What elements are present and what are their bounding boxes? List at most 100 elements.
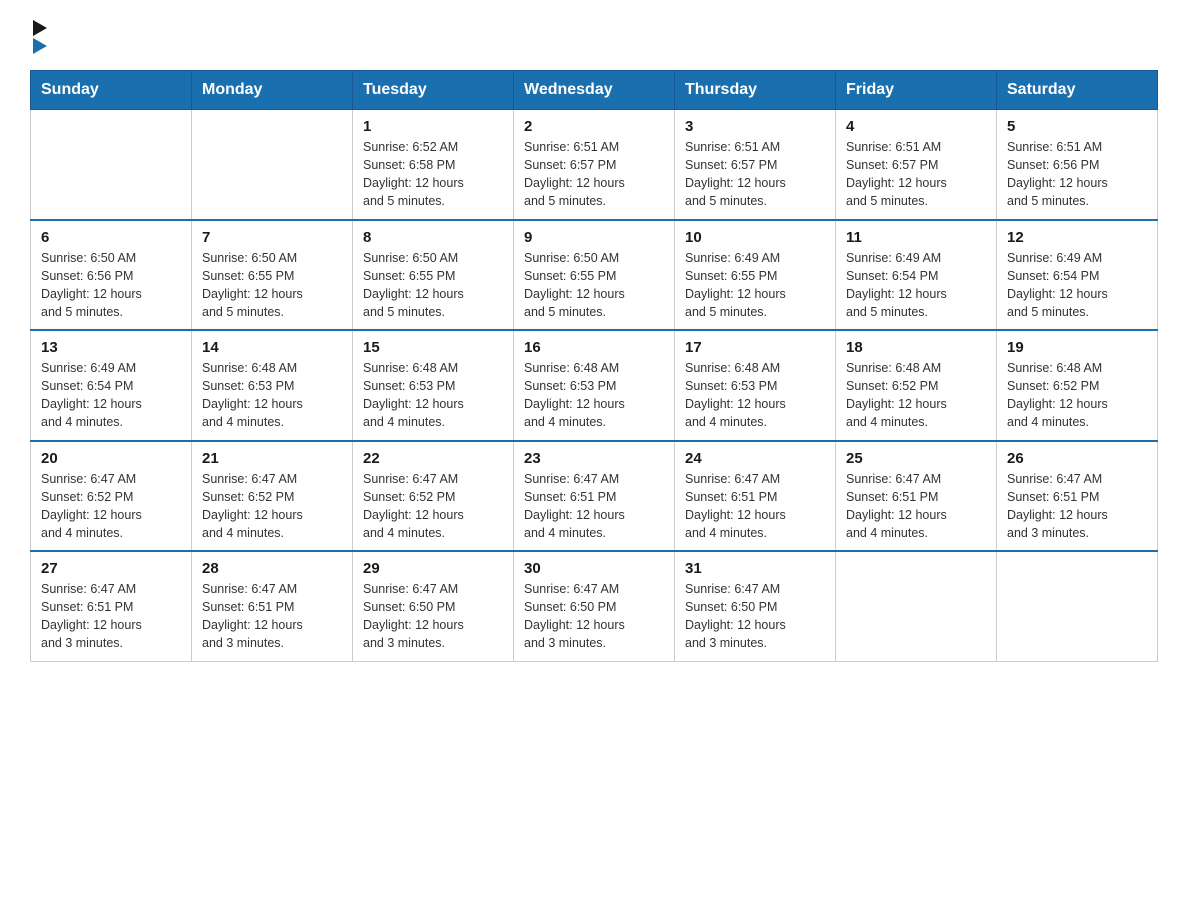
day-number: 22 — [363, 450, 503, 467]
day-info: Sunrise: 6:47 AMSunset: 6:52 PMDaylight:… — [363, 470, 503, 543]
day-info: Sunrise: 6:51 AMSunset: 6:57 PMDaylight:… — [846, 138, 986, 211]
day-info: Sunrise: 6:49 AMSunset: 6:55 PMDaylight:… — [685, 249, 825, 322]
day-info: Sunrise: 6:49 AMSunset: 6:54 PMDaylight:… — [1007, 249, 1147, 322]
day-number: 6 — [41, 229, 181, 246]
calendar-cell: 22 Sunrise: 6:47 AMSunset: 6:52 PMDayligh… — [353, 441, 514, 552]
calendar-cell: 17 Sunrise: 6:48 AMSunset: 6:53 PMDayligh… — [675, 330, 836, 441]
day-info: Sunrise: 6:50 AMSunset: 6:55 PMDaylight:… — [202, 249, 342, 322]
calendar-cell: 7 Sunrise: 6:50 AMSunset: 6:55 PMDaylight… — [192, 220, 353, 331]
day-number: 17 — [685, 339, 825, 356]
calendar-header-sunday: Sunday — [31, 71, 192, 110]
calendar-cell: 14 Sunrise: 6:48 AMSunset: 6:53 PMDayligh… — [192, 330, 353, 441]
calendar-header-tuesday: Tuesday — [353, 71, 514, 110]
logo-arrow-dark-icon — [33, 20, 47, 36]
calendar-cell: 27Sunrise: 6:47 AMSunset: 6:51 PMDayligh… — [31, 551, 192, 661]
day-info: Sunrise: 6:51 AMSunset: 6:57 PMDaylight:… — [524, 138, 664, 211]
calendar-header-monday: Monday — [192, 71, 353, 110]
calendar-cell: 11 Sunrise: 6:49 AMSunset: 6:54 PMDayligh… — [836, 220, 997, 331]
calendar-cell: 5Sunrise: 6:51 AMSunset: 6:56 PMDaylight… — [997, 110, 1158, 220]
calendar-cell: 31 Sunrise: 6:47 AMSunset: 6:50 PMDayligh… — [675, 551, 836, 661]
day-info: Sunrise: 6:48 AMSunset: 6:53 PMDaylight:… — [202, 359, 342, 432]
logo-arrow-blue-icon — [33, 38, 47, 54]
calendar-cell: 4Sunrise: 6:51 AMSunset: 6:57 PMDaylight… — [836, 110, 997, 220]
day-number: 20 — [41, 450, 181, 467]
day-info: Sunrise: 6:47 AMSunset: 6:52 PMDaylight:… — [202, 470, 342, 543]
calendar-cell: 16 Sunrise: 6:48 AMSunset: 6:53 PMDayligh… — [514, 330, 675, 441]
calendar-cell: 15 Sunrise: 6:48 AMSunset: 6:53 PMDayligh… — [353, 330, 514, 441]
day-info: Sunrise: 6:47 AMSunset: 6:50 PMDaylight:… — [363, 580, 503, 653]
calendar-cell: 24 Sunrise: 6:47 AMSunset: 6:51 PMDayligh… — [675, 441, 836, 552]
day-info: Sunrise: 6:47 AMSunset: 6:50 PMDaylight:… — [524, 580, 664, 653]
calendar-cell: 26Sunrise: 6:47 AMSunset: 6:51 PMDayligh… — [997, 441, 1158, 552]
calendar-week-row: 27Sunrise: 6:47 AMSunset: 6:51 PMDayligh… — [31, 551, 1158, 661]
calendar-header-saturday: Saturday — [997, 71, 1158, 110]
calendar-header-friday: Friday — [836, 71, 997, 110]
calendar-week-row: 20 Sunrise: 6:47 AMSunset: 6:52 PMDayligh… — [31, 441, 1158, 552]
day-info: Sunrise: 6:51 AMSunset: 6:56 PMDaylight:… — [1007, 138, 1147, 211]
calendar-week-row: 1 Sunrise: 6:52 AMSunset: 6:58 PMDaylight… — [31, 110, 1158, 220]
day-number: 15 — [363, 339, 503, 356]
day-info: Sunrise: 6:47 AMSunset: 6:51 PMDaylight:… — [41, 580, 181, 653]
calendar-cell: 28 Sunrise: 6:47 AMSunset: 6:51 PMDayligh… — [192, 551, 353, 661]
day-number: 28 — [202, 560, 342, 577]
day-info: Sunrise: 6:48 AMSunset: 6:53 PMDaylight:… — [524, 359, 664, 432]
day-number: 10 — [685, 229, 825, 246]
day-number: 31 — [685, 560, 825, 577]
calendar-cell: 10 Sunrise: 6:49 AMSunset: 6:55 PMDayligh… — [675, 220, 836, 331]
day-number: 11 — [846, 229, 986, 246]
day-info: Sunrise: 6:48 AMSunset: 6:53 PMDaylight:… — [363, 359, 503, 432]
day-number: 2 — [524, 118, 664, 135]
day-number: 9 — [524, 229, 664, 246]
day-number: 12 — [1007, 229, 1147, 246]
calendar-cell — [192, 110, 353, 220]
day-number: 24 — [685, 450, 825, 467]
calendar-cell: 3 Sunrise: 6:51 AMSunset: 6:57 PMDaylight… — [675, 110, 836, 220]
day-info: Sunrise: 6:47 AMSunset: 6:51 PMDaylight:… — [685, 470, 825, 543]
day-number: 29 — [363, 560, 503, 577]
day-info: Sunrise: 6:47 AMSunset: 6:52 PMDaylight:… — [41, 470, 181, 543]
calendar-cell — [836, 551, 997, 661]
day-number: 30 — [524, 560, 664, 577]
calendar-header-thursday: Thursday — [675, 71, 836, 110]
calendar-cell: 21 Sunrise: 6:47 AMSunset: 6:52 PMDayligh… — [192, 441, 353, 552]
calendar-cell: 20 Sunrise: 6:47 AMSunset: 6:52 PMDayligh… — [31, 441, 192, 552]
day-number: 1 — [363, 118, 503, 135]
calendar-cell: 19Sunrise: 6:48 AMSunset: 6:52 PMDayligh… — [997, 330, 1158, 441]
day-number: 21 — [202, 450, 342, 467]
day-info: Sunrise: 6:51 AMSunset: 6:57 PMDaylight:… — [685, 138, 825, 211]
calendar-cell: 2 Sunrise: 6:51 AMSunset: 6:57 PMDaylight… — [514, 110, 675, 220]
day-info: Sunrise: 6:48 AMSunset: 6:53 PMDaylight:… — [685, 359, 825, 432]
day-info: Sunrise: 6:48 AMSunset: 6:52 PMDaylight:… — [1007, 359, 1147, 432]
calendar-cell — [31, 110, 192, 220]
day-info: Sunrise: 6:47 AMSunset: 6:50 PMDaylight:… — [685, 580, 825, 653]
day-info: Sunrise: 6:49 AMSunset: 6:54 PMDaylight:… — [41, 359, 181, 432]
day-number: 7 — [202, 229, 342, 246]
day-number: 8 — [363, 229, 503, 246]
calendar-header-wednesday: Wednesday — [514, 71, 675, 110]
logo — [30, 20, 47, 54]
calendar-cell — [997, 551, 1158, 661]
calendar-cell: 8 Sunrise: 6:50 AMSunset: 6:55 PMDaylight… — [353, 220, 514, 331]
day-info: Sunrise: 6:52 AMSunset: 6:58 PMDaylight:… — [363, 138, 503, 211]
day-info: Sunrise: 6:47 AMSunset: 6:51 PMDaylight:… — [202, 580, 342, 653]
calendar-cell: 25Sunrise: 6:47 AMSunset: 6:51 PMDayligh… — [836, 441, 997, 552]
day-info: Sunrise: 6:50 AMSunset: 6:55 PMDaylight:… — [524, 249, 664, 322]
calendar-cell: 23Sunrise: 6:47 AMSunset: 6:51 PMDayligh… — [514, 441, 675, 552]
calendar-cell: 30 Sunrise: 6:47 AMSunset: 6:50 PMDayligh… — [514, 551, 675, 661]
calendar-cell: 12 Sunrise: 6:49 AMSunset: 6:54 PMDayligh… — [997, 220, 1158, 331]
day-number: 13 — [41, 339, 181, 356]
day-number: 26 — [1007, 450, 1147, 467]
calendar-header-row: SundayMondayTuesdayWednesdayThursdayFrid… — [31, 71, 1158, 110]
day-info: Sunrise: 6:48 AMSunset: 6:52 PMDaylight:… — [846, 359, 986, 432]
page-header — [30, 20, 1158, 54]
day-number: 3 — [685, 118, 825, 135]
day-number: 25 — [846, 450, 986, 467]
day-number: 18 — [846, 339, 986, 356]
day-info: Sunrise: 6:50 AMSunset: 6:55 PMDaylight:… — [363, 249, 503, 322]
day-number: 16 — [524, 339, 664, 356]
day-number: 14 — [202, 339, 342, 356]
day-info: Sunrise: 6:47 AMSunset: 6:51 PMDaylight:… — [524, 470, 664, 543]
calendar-cell: 6Sunrise: 6:50 AMSunset: 6:56 PMDaylight… — [31, 220, 192, 331]
day-info: Sunrise: 6:49 AMSunset: 6:54 PMDaylight:… — [846, 249, 986, 322]
calendar-cell: 13 Sunrise: 6:49 AMSunset: 6:54 PMDayligh… — [31, 330, 192, 441]
